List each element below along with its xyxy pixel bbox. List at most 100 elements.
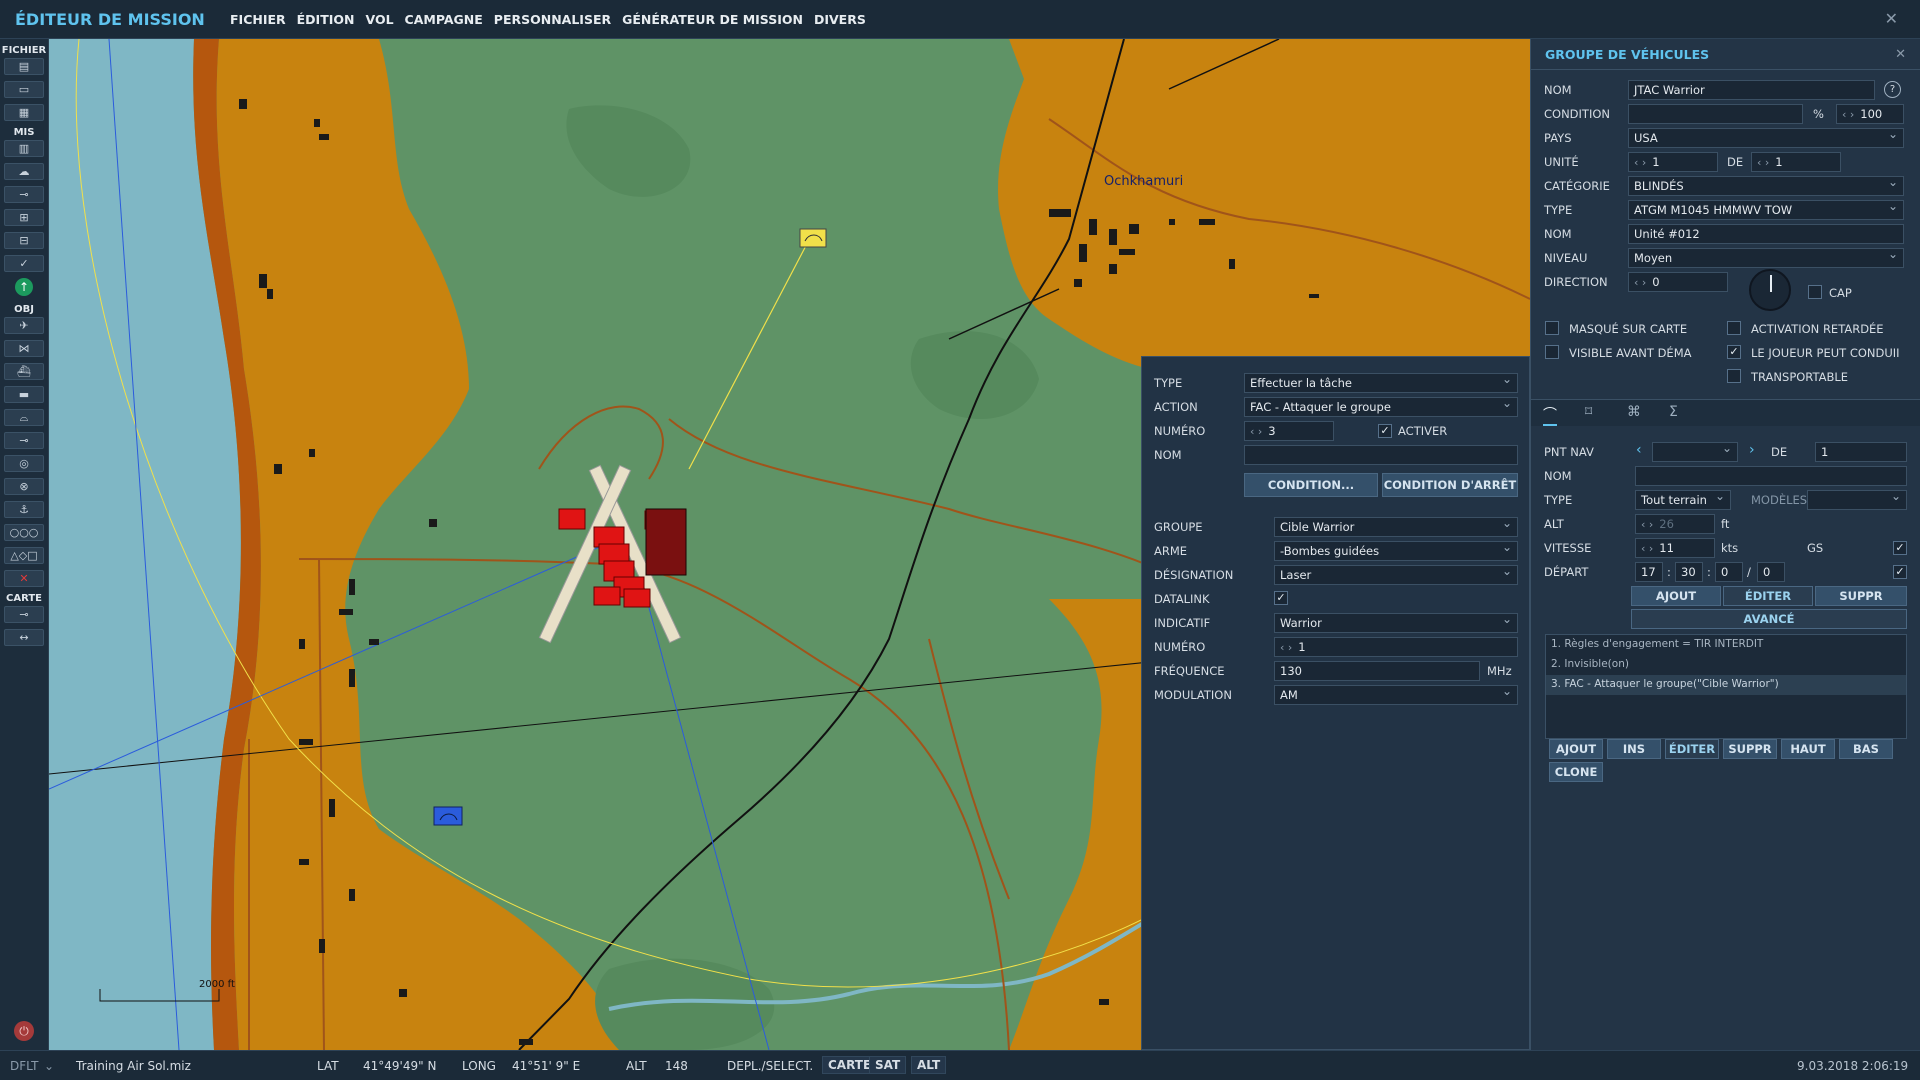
target-icon[interactable]: ◎ bbox=[4, 455, 44, 472]
close-icon[interactable]: ✕ bbox=[1885, 9, 1898, 28]
weather-icon[interactable]: ☁ bbox=[4, 163, 44, 180]
delayed-activation-checkbox[interactable] bbox=[1727, 321, 1741, 335]
prev-waypoint-icon[interactable]: ‹ bbox=[1636, 442, 1642, 458]
departure-seconds[interactable]: 0 bbox=[1715, 562, 1743, 582]
jtac-unit-icon[interactable] bbox=[799, 228, 827, 248]
help-icon[interactable]: ? bbox=[1884, 81, 1901, 98]
triggers-icon[interactable]: ⊸ bbox=[4, 186, 44, 203]
payload-tab-icon[interactable]: ⌑ bbox=[1585, 404, 1592, 420]
cap-checkbox[interactable] bbox=[1808, 285, 1822, 299]
waypoint-type-select[interactable]: Tout terrain bbox=[1635, 490, 1731, 510]
map-key-icon[interactable]: ⊸ bbox=[4, 606, 44, 623]
category-select[interactable]: BLINDÉS bbox=[1628, 176, 1904, 196]
action-clone-button[interactable]: CLONE bbox=[1549, 762, 1603, 782]
triggers-tab-icon[interactable]: ⌘ bbox=[1627, 404, 1641, 420]
hidden-on-map-checkbox[interactable] bbox=[1545, 321, 1559, 335]
menu-mission-generator[interactable]: GÉNÉRATEUR DE MISSION bbox=[622, 12, 803, 27]
menu-customize[interactable]: PERSONNALISER bbox=[494, 12, 611, 27]
type-select[interactable]: ATGM M1045 HMMWV TOW bbox=[1628, 200, 1904, 220]
unit-name-input[interactable]: Unité #012 bbox=[1628, 224, 1904, 244]
fob-icon[interactable]: ⚓ bbox=[4, 501, 44, 518]
menu-campaign[interactable]: CAMPAGNE bbox=[405, 12, 483, 27]
action-up-button[interactable]: HAUT bbox=[1781, 739, 1835, 759]
helicopter-icon[interactable]: ⋈ bbox=[4, 340, 44, 357]
briefing-icon[interactable]: ▥ bbox=[4, 140, 44, 157]
sat-mode-button[interactable]: SAT bbox=[869, 1056, 907, 1074]
departure-minutes[interactable]: 30 bbox=[1675, 562, 1703, 582]
frequency-input[interactable]: 130 bbox=[1274, 661, 1480, 681]
vehicle-icon[interactable]: ▬ bbox=[4, 386, 44, 403]
menu-flight[interactable]: VOL bbox=[365, 12, 393, 27]
unit-stepper[interactable]: 1 bbox=[1628, 152, 1718, 172]
condition-button[interactable]: CONDITION... bbox=[1244, 473, 1378, 497]
task-name-input[interactable] bbox=[1244, 445, 1518, 465]
action-edit-button[interactable]: ÉDITER bbox=[1665, 739, 1719, 759]
check-icon[interactable]: ✓ bbox=[4, 255, 44, 272]
action-add-button[interactable]: AJOUT bbox=[1549, 739, 1603, 759]
static-icon[interactable]: ⊸ bbox=[4, 432, 44, 449]
mode-select[interactable]: DFLT bbox=[10, 1059, 39, 1073]
waypoint-add-button[interactable]: AJOUT bbox=[1631, 586, 1721, 606]
menu-file[interactable]: FICHIER bbox=[230, 12, 286, 27]
action-down-button[interactable]: BAS bbox=[1839, 739, 1893, 759]
measure-icon[interactable]: ↔ bbox=[4, 629, 44, 646]
task-number-stepper[interactable]: 3 bbox=[1244, 421, 1334, 441]
unit-of-stepper[interactable]: 1 bbox=[1751, 152, 1841, 172]
group-name-input[interactable]: JTAC Warrior bbox=[1628, 80, 1875, 100]
task-action-select[interactable]: FAC - Attaquer le groupe bbox=[1244, 397, 1518, 417]
heading-dial[interactable] bbox=[1749, 269, 1791, 311]
departure-hours[interactable]: 17 bbox=[1635, 562, 1663, 582]
models-select[interactable] bbox=[1807, 490, 1907, 510]
panel-close-icon[interactable]: ✕ bbox=[1895, 47, 1906, 62]
transportable-checkbox[interactable] bbox=[1727, 369, 1741, 383]
callsign-select[interactable]: Warrior bbox=[1274, 613, 1518, 633]
goals-icon[interactable]: ⊞ bbox=[4, 209, 44, 226]
speed-stepper[interactable]: 11 bbox=[1635, 538, 1715, 558]
summary-tab-icon[interactable]: Σ bbox=[1669, 404, 1678, 420]
action-insert-button[interactable]: INS bbox=[1607, 739, 1661, 759]
activate-checkbox[interactable]: ✓ bbox=[1378, 424, 1392, 438]
skill-select[interactable]: Moyen bbox=[1628, 248, 1904, 268]
callsign-number-stepper[interactable]: 1 bbox=[1274, 637, 1518, 657]
open-file-icon[interactable]: ▭ bbox=[4, 81, 44, 98]
route-icon[interactable]: ○○○ bbox=[4, 524, 44, 541]
task-type-select[interactable]: Effectuer la tâche bbox=[1244, 373, 1518, 393]
save-file-icon[interactable]: ▦ bbox=[4, 104, 44, 121]
menu-misc[interactable]: DIVERS bbox=[814, 12, 866, 27]
departure-checkbox[interactable]: ✓ bbox=[1893, 565, 1907, 579]
group-select[interactable]: Cible Warrior bbox=[1274, 517, 1518, 537]
designation-select[interactable]: Laser bbox=[1274, 565, 1518, 585]
modulation-select[interactable]: AM bbox=[1274, 685, 1518, 705]
advanced-button[interactable]: AVANCÉ bbox=[1631, 609, 1907, 629]
zone-icon[interactable]: ⊗ bbox=[4, 478, 44, 495]
action-list[interactable]: 1. Règles d'engagement = TIR INTERDIT 2.… bbox=[1545, 634, 1907, 739]
waypoint-delete-button[interactable]: SUPPR bbox=[1815, 586, 1907, 606]
datalink-checkbox[interactable]: ✓ bbox=[1274, 591, 1288, 605]
new-file-icon[interactable]: ▤ bbox=[4, 58, 44, 75]
chevron-down-icon[interactable]: ⌄ bbox=[44, 1059, 54, 1073]
shapes-icon[interactable]: △◇□ bbox=[4, 547, 44, 564]
friendly-unit-icon[interactable] bbox=[433, 806, 463, 826]
exit-icon[interactable]: ⏻ bbox=[14, 1021, 34, 1041]
list-item[interactable]: 2. Invisible(on) bbox=[1546, 655, 1906, 675]
armor-icon[interactable]: ⌓ bbox=[4, 409, 44, 426]
weapon-select[interactable]: -Bombes guidées bbox=[1274, 541, 1518, 561]
failures-icon[interactable]: ⊟ bbox=[4, 232, 44, 249]
waypoint-name-input[interactable] bbox=[1635, 466, 1907, 486]
waypoint-alt-stepper[interactable]: 26 bbox=[1635, 514, 1715, 534]
waypoint-select[interactable] bbox=[1652, 442, 1738, 462]
delete-icon[interactable]: ✕ bbox=[4, 570, 44, 587]
heading-stepper[interactable]: 0 bbox=[1628, 272, 1728, 292]
condition-stepper[interactable]: 100 bbox=[1836, 104, 1904, 124]
alt-mode-button[interactable]: ALT bbox=[911, 1056, 947, 1074]
list-item[interactable]: 1. Règles d'engagement = TIR INTERDIT bbox=[1546, 635, 1906, 655]
player-can-drive-checkbox[interactable]: ✓ bbox=[1727, 345, 1741, 359]
condition-input[interactable] bbox=[1628, 104, 1803, 124]
gs-checkbox[interactable]: ✓ bbox=[1893, 541, 1907, 555]
departure-day[interactable]: 0 bbox=[1757, 562, 1785, 582]
compass-icon[interactable]: ↑ bbox=[15, 278, 33, 296]
next-waypoint-icon[interactable]: › bbox=[1749, 442, 1755, 458]
route-tab-icon[interactable]: ⌒ bbox=[1543, 404, 1557, 426]
waypoint-edit-button[interactable]: ÉDITER bbox=[1723, 586, 1813, 606]
country-select[interactable]: USA bbox=[1628, 128, 1904, 148]
